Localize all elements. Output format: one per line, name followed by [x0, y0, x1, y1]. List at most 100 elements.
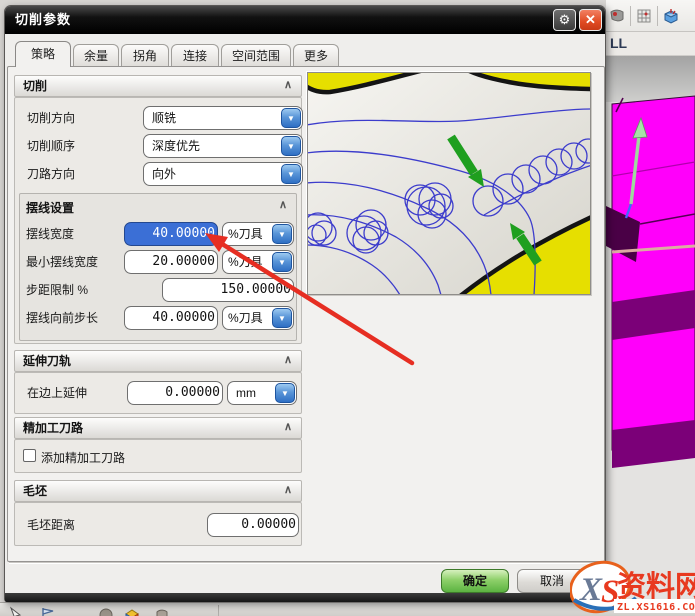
stepover-limit-input[interactable]: 150.00000: [162, 278, 294, 302]
tab-label: 策略: [30, 47, 55, 61]
collapse-chevron-icon[interactable]: ∧: [279, 78, 297, 94]
toolbar-grid-icon[interactable]: [633, 5, 655, 27]
trochoid-width-input[interactable]: 40.00000: [124, 222, 218, 246]
section-header-cutting[interactable]: 切削 ∧: [14, 75, 302, 97]
gear-icon: ⚙: [558, 12, 571, 27]
extend-unit-dropdown[interactable]: mm ▼: [227, 381, 297, 405]
tab-label: 余量: [83, 49, 108, 63]
dialog-close-button[interactable]: ✕: [579, 9, 602, 31]
pattern-direction-dropdown[interactable]: 向外 ▼: [143, 162, 303, 186]
cad-viewport-model: [606, 56, 695, 468]
section-body-blank: 毛坯距离 0.00000: [14, 502, 302, 546]
viewport-gradient: [606, 56, 695, 102]
field-label: 步距限制 %: [26, 283, 89, 297]
chevron-down-icon[interactable]: ▼: [281, 108, 301, 128]
chevron-down-icon[interactable]: ▼: [281, 164, 301, 184]
taskbar-part-icon[interactable]: [154, 606, 170, 616]
toolbar-cube-icon[interactable]: [660, 5, 682, 27]
section-title: 延伸刀轨: [23, 354, 72, 368]
dialog-options-button[interactable]: ⚙: [553, 9, 576, 31]
field-label: 摆线宽度: [26, 227, 75, 241]
chevron-down-icon[interactable]: ▼: [272, 252, 292, 272]
taskbar-sphere-icon[interactable]: [98, 606, 114, 616]
collapse-chevron-icon[interactable]: ∧: [279, 353, 297, 369]
section-header-extend-path[interactable]: 延伸刀轨 ∧: [14, 350, 302, 372]
cube-icon: [664, 8, 678, 24]
cutting-parameters-dialog: 切削参数 ⚙ ✕ 策略 余量 拐角 连接 空间范围 更多 切削 ∧ 切削方向 顺…: [4, 5, 606, 602]
trochoid-forward-step-unit-dropdown[interactable]: %刀具 ▼: [222, 306, 294, 330]
unit-value: %刀具: [228, 255, 263, 269]
trochoidal-settings-box: 摆线设置 ∧ 摆线宽度 40.00000 %刀具 ▼ 最小摆线宽度 20.000…: [19, 193, 297, 341]
taskbar-flag-icon[interactable]: [40, 606, 56, 616]
app-background: LL: [606, 0, 695, 616]
section-body-cutting: 切削方向 顺铣 ▼ 切削顺序 深度优先 ▼ 刀路方向 向外 ▼ 摆线设置 ∧ 摆…: [14, 97, 303, 344]
taskbar-cube-icon[interactable]: [124, 606, 140, 616]
trochoid-width-unit-dropdown[interactable]: %刀具 ▼: [222, 222, 294, 246]
tab-label: 拐角: [132, 49, 157, 63]
watermark-x: X: [579, 572, 603, 608]
app-toolbar: [606, 0, 695, 32]
collapse-chevron-icon[interactable]: ∧: [274, 198, 292, 214]
trochoid-forward-step-input[interactable]: 40.00000: [124, 306, 218, 330]
min-trochoid-width-input[interactable]: 20.00000: [124, 250, 218, 274]
dialog-titlebar[interactable]: 切削参数 ⚙ ✕: [5, 6, 605, 34]
section-title: 切削: [23, 79, 48, 93]
dropdown-value: 深度优先: [152, 139, 201, 153]
field-value: 40.00000: [152, 310, 215, 325]
grid-icon: [637, 9, 651, 22]
taskbar-cursor-icon[interactable]: [8, 606, 24, 616]
chevron-down-icon[interactable]: ▼: [272, 224, 292, 244]
chevron-down-icon[interactable]: ▼: [281, 136, 301, 156]
toolbar-separator: [657, 5, 658, 26]
section-title: 精加工刀路: [23, 421, 84, 435]
ok-label: 确定: [462, 574, 487, 588]
toolbar-separator: [630, 5, 631, 26]
section-body-finish-passes: 添加精加工刀路: [14, 439, 302, 473]
app-group-label: LL: [610, 35, 628, 51]
screen: LL 切削参数 ⚙ ✕ 策略 余量 拐角 连接 空间范围 更多 切削 ∧ 切削方…: [0, 0, 695, 616]
tab-strategy[interactable]: 策略: [15, 41, 71, 67]
blank-distance-input[interactable]: 0.00000: [207, 513, 299, 537]
section-header-blank[interactable]: 毛坯 ∧: [14, 480, 302, 502]
extend-at-edges-input[interactable]: 0.00000: [127, 381, 223, 405]
collapse-chevron-icon[interactable]: ∧: [279, 420, 297, 436]
watermark-name: 资料网: [617, 570, 695, 603]
tab-corners[interactable]: 拐角: [121, 44, 169, 67]
chevron-down-icon[interactable]: ▼: [272, 308, 292, 328]
toolbar-surface-icon[interactable]: [606, 5, 628, 27]
field-value: 40.00000: [152, 226, 215, 241]
chevron-down-icon[interactable]: ▼: [275, 383, 295, 403]
field-label: 切削方向: [27, 111, 76, 125]
ok-button[interactable]: 确定: [441, 569, 509, 593]
field-label: 刀路方向: [27, 167, 76, 181]
section-title: 毛坯: [23, 484, 48, 498]
section-header-finish-passes[interactable]: 精加工刀路 ∧: [14, 417, 302, 439]
model-face-magenta: [611, 95, 695, 451]
cancel-label: 取消: [539, 574, 564, 588]
tab-label: 更多: [303, 49, 328, 63]
tab-connections[interactable]: 连接: [171, 44, 219, 67]
dialog-title: 切削参数: [15, 12, 72, 27]
field-label: 最小摆线宽度: [26, 255, 99, 269]
tab-label: 连接: [182, 49, 207, 63]
min-trochoid-width-unit-dropdown[interactable]: %刀具 ▼: [222, 250, 294, 274]
dropdown-value: 顺铣: [152, 111, 177, 125]
dropdown-value: 向外: [152, 167, 177, 181]
add-finish-passes-checkbox[interactable]: [23, 449, 36, 462]
watermark-logo: X S 资料网 ZL.XS1616.COM: [570, 560, 695, 614]
tab-containment[interactable]: 空间范围: [221, 44, 291, 67]
collapse-chevron-icon[interactable]: ∧: [279, 483, 297, 499]
cut-direction-dropdown[interactable]: 顺铣 ▼: [143, 106, 303, 130]
unit-value: mm: [236, 386, 256, 400]
dialog-bottom-edge: [5, 593, 605, 602]
field-value: 20.00000: [152, 254, 215, 269]
tab-more[interactable]: 更多: [293, 44, 339, 67]
app-group-label-strip: LL: [606, 32, 695, 56]
checkbox-label: 添加精加工刀路: [41, 451, 126, 465]
trochoidal-preview-image: [299, 62, 601, 304]
field-label: 切削顺序: [27, 139, 76, 153]
surface-icon: [610, 9, 624, 21]
unit-value: %刀具: [228, 311, 263, 325]
cut-order-dropdown[interactable]: 深度优先 ▼: [143, 134, 303, 158]
tab-stock[interactable]: 余量: [73, 44, 119, 67]
